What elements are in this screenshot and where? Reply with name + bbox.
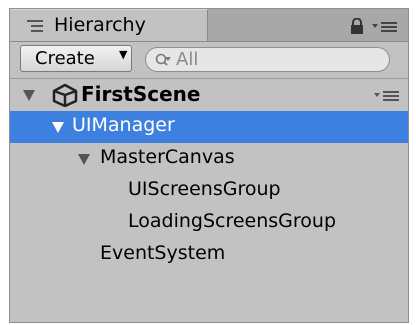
tab-bar: Hierarchy <box>10 9 408 42</box>
scene-menu-icon[interactable] <box>374 90 400 102</box>
item-label: UIManager <box>72 114 175 136</box>
hierarchy-item-mastercanvas[interactable]: MasterCanvas <box>10 143 408 175</box>
item-label: UIScreensGroup <box>128 178 281 200</box>
dropdown-arrow-icon: ▼ <box>119 48 128 61</box>
create-button-label: Create <box>35 48 95 69</box>
search-field[interactable] <box>145 47 390 72</box>
unity-logo-icon <box>52 83 78 107</box>
item-label: EventSystem <box>100 242 226 264</box>
expand-arrow-icon[interactable] <box>78 154 90 165</box>
scene-name: FirstScene <box>81 82 201 106</box>
tab-hierarchy[interactable]: Hierarchy <box>10 9 208 41</box>
context-menu-icon[interactable] <box>372 21 398 33</box>
expand-arrow-icon[interactable] <box>52 122 64 133</box>
hierarchy-toolbar: Create ▼ <box>10 42 408 79</box>
search-input[interactable] <box>176 48 376 71</box>
lock-icon[interactable] <box>350 18 364 34</box>
create-button[interactable]: Create ▼ <box>20 45 132 72</box>
hierarchy-item-eventsystem[interactable]: EventSystem <box>10 239 408 271</box>
expand-arrow-icon[interactable] <box>23 90 35 101</box>
item-label: LoadingScreensGroup <box>128 210 337 232</box>
scene-row[interactable]: FirstScene <box>10 79 408 111</box>
hierarchy-item-uimanager[interactable]: UIManager <box>10 111 408 143</box>
hierarchy-item-uiscreensgroup[interactable]: UIScreensGroup <box>10 175 408 207</box>
item-label: MasterCanvas <box>100 146 235 168</box>
search-filter-icon[interactable] <box>155 52 171 68</box>
hierarchy-list-icon <box>27 20 43 32</box>
hierarchy-panel: Hierarchy Create ▼ All FirstScene UIMana… <box>9 8 409 323</box>
hierarchy-item-loadingscreensgroup[interactable]: LoadingScreensGroup <box>10 207 408 239</box>
tab-label: Hierarchy <box>54 14 146 36</box>
